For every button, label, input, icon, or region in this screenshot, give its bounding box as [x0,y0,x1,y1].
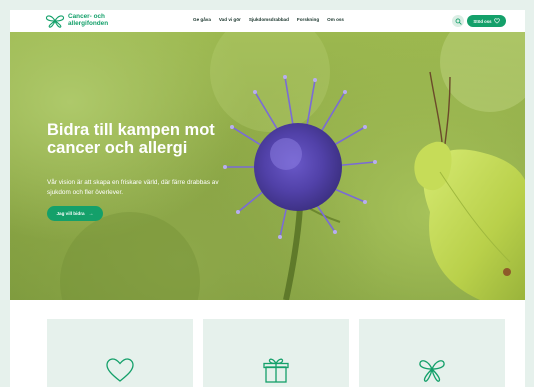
site-logo[interactable]: Cancer- och allergifonden [45,13,108,29]
gift-icon [263,358,289,383]
search-icon [455,18,462,25]
card-butterfly[interactable] [359,319,505,387]
arrow-right-icon: → [88,210,94,217]
donate-cta-label: Jag vill bidra [56,211,85,216]
heart-icon [493,18,500,24]
donate-cta-button[interactable]: Jag vill bidra → [47,206,103,221]
main-nav: Ge gåva Vad vi gör Sjukdomsdrabbad Forsk… [193,17,352,22]
support-button[interactable]: Stöd oss [467,15,506,27]
hero-banner: Bidra till kampen mot cancer och allergi… [10,32,525,300]
nav-item-sjukdomsdrabbad[interactable]: Sjukdomsdrabbad [249,17,289,22]
butterfly-icon [419,360,445,382]
nav-item-ge-gava[interactable]: Ge gåva [193,17,211,22]
butterfly-logo-icon [45,15,65,28]
nav-item-om-oss[interactable]: Om oss [327,17,344,22]
logo-text: Cancer- och allergifonden [68,14,108,27]
hero-title: Bidra till kampen mot cancer och allergi [47,121,215,157]
nav-item-forskning[interactable]: Forskning [297,17,319,22]
site-header: Cancer- och allergifonden Ge gåva Vad vi… [10,10,525,32]
search-button[interactable] [452,15,464,27]
hero-image [60,32,525,300]
support-button-label: Stöd oss [473,18,492,24]
heart-icon [106,358,134,382]
hero-subtitle: Vår vision är att skapa en friskare värl… [47,179,219,196]
logo-line-2: allergifonden [68,20,109,27]
page: Cancer- och allergifonden Ge gåva Vad vi… [10,10,525,387]
card-heart[interactable] [47,319,193,387]
nav-item-vad-vi-gor[interactable]: Vad vi gör [219,17,241,22]
card-gift[interactable] [203,319,349,387]
